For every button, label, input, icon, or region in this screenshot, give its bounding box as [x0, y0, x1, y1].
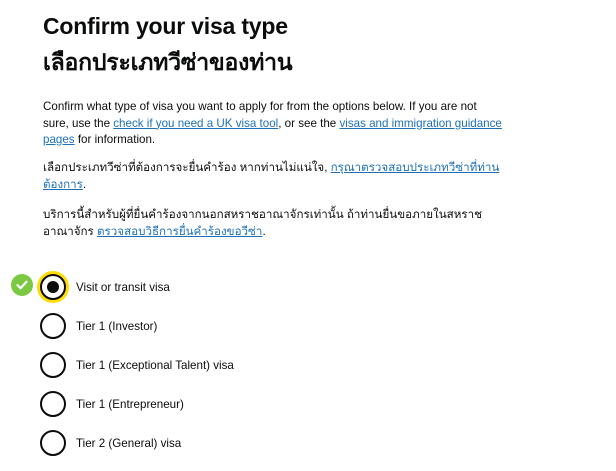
- page-title-th: เลือกประเภทวีซ่าของท่าน: [43, 49, 293, 75]
- radio-button[interactable]: [40, 391, 66, 417]
- radio-button[interactable]: [40, 430, 66, 456]
- radio-button[interactable]: [40, 274, 66, 300]
- radio-button[interactable]: [40, 352, 66, 378]
- radio-option-visit-transit[interactable]: Visit or transit visa: [40, 271, 170, 303]
- intro-text: .: [262, 224, 266, 238]
- intro-text: .: [82, 177, 87, 191]
- radio-option-label: Tier 2 (General) visa: [76, 436, 182, 450]
- radio-option-tier2-general[interactable]: Tier 2 (General) visa: [40, 427, 181, 459]
- radio-option-label: Tier 1 (Investor): [76, 319, 158, 333]
- radio-option-label: Tier 1 (Exceptional Talent) visa: [76, 358, 234, 372]
- intro-paragraph-th: เลือกประเภทวีซ่าที่ต้องการจะยื่นคำร้อง ห…: [43, 160, 503, 193]
- page-title-en: Confirm your visa type: [43, 13, 288, 39]
- intro-text: for information.: [74, 133, 156, 146]
- check-uk-visa-tool-link[interactable]: check if you need a UK visa tool: [113, 117, 278, 130]
- radio-option-label: Visit or transit visa: [76, 280, 170, 294]
- check-circle-icon: [11, 274, 33, 296]
- intro-text: เลือกประเภทวีซ่าที่ต้องการจะยื่นคำร้อง ห…: [43, 161, 331, 174]
- radio-option-label: Tier 1 (Entrepreneur): [76, 397, 184, 411]
- outside-uk-paragraph-th: บริการนี้สำหรับผู้ที่ยื่นคำร้องจากนอกสหร…: [43, 207, 503, 240]
- intro-text: , or see the: [278, 116, 340, 130]
- how-to-apply-link-th[interactable]: ตรวจสอบวิธีการยื่นคำร้องขอวีซ่า: [97, 225, 262, 238]
- radio-option-tier1-investor[interactable]: Tier 1 (Investor): [40, 310, 157, 342]
- page-title: Confirm your visa type เลือกประเภทวีซ่าข…: [43, 8, 293, 80]
- intro-paragraph-en: Confirm what type of visa you want to ap…: [43, 99, 503, 149]
- radio-option-tier1-entrepreneur[interactable]: Tier 1 (Entrepreneur): [40, 388, 184, 420]
- radio-option-tier1-exceptional-talent[interactable]: Tier 1 (Exceptional Talent) visa: [40, 349, 234, 381]
- radio-button[interactable]: [40, 313, 66, 339]
